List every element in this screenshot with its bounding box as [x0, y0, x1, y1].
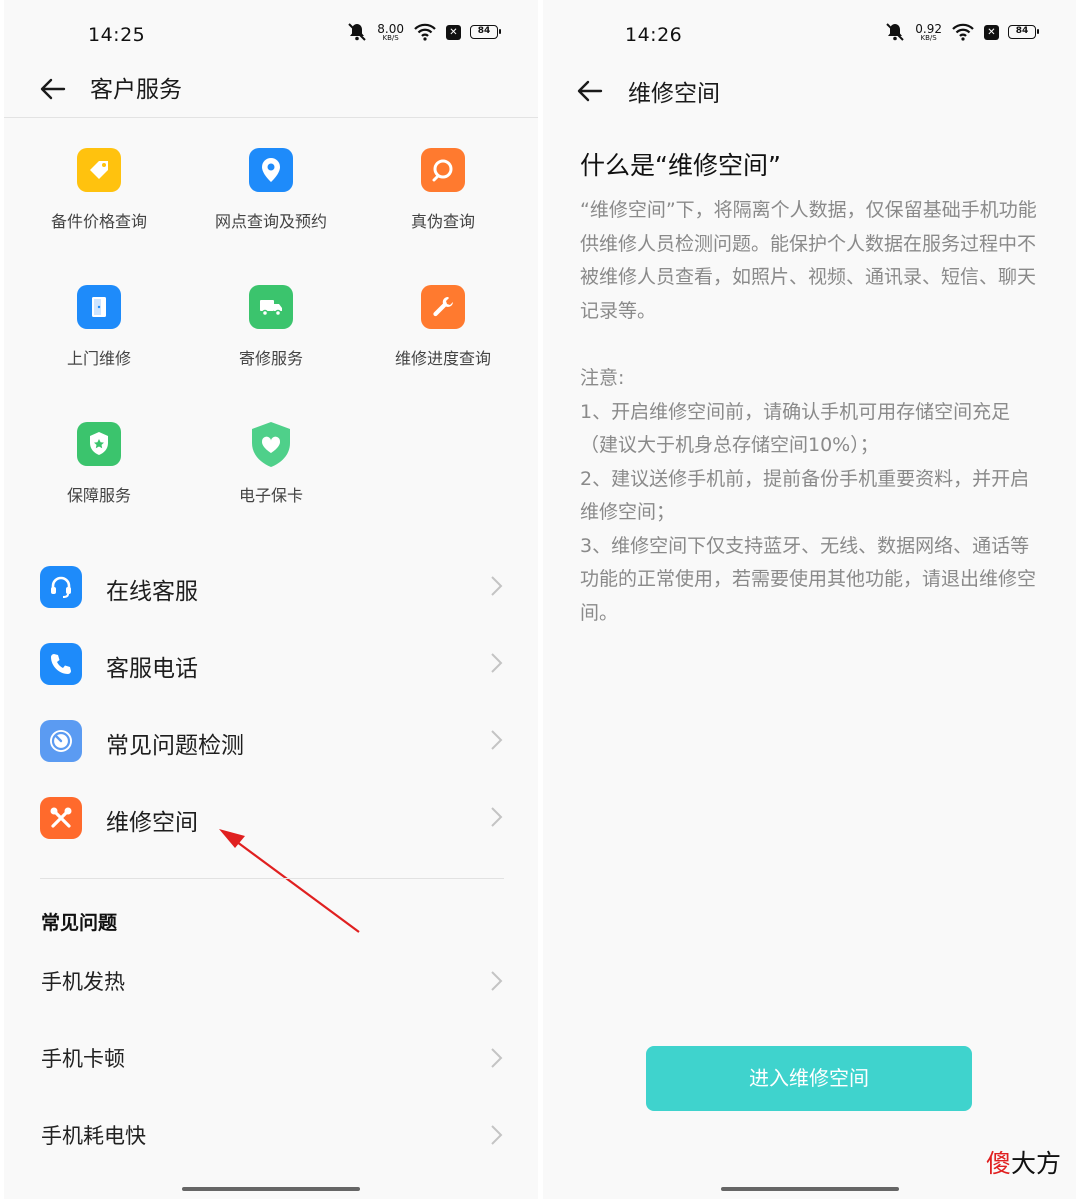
- chevron-right-icon: [491, 730, 503, 750]
- grid-label: 网点查询及预约: [214, 212, 327, 231]
- watermark-red: 傻: [985, 1149, 1011, 1178]
- speed-unit: KB/S: [920, 33, 937, 42]
- speed-unit: KB/S: [382, 33, 399, 42]
- repair-space-screen: 14:26 0.92 KB/S ✕ 84 维修空间 什么是“维修空间” “维修空…: [543, 0, 1076, 1199]
- section-heading: 什么是“维修空间”: [580, 151, 781, 180]
- grid-item-protection[interactable]: 保障服务: [24, 422, 174, 506]
- magnifier-icon: [421, 148, 465, 192]
- no-sim-icon: ✕: [446, 24, 461, 40]
- grid-label: 备件价格查询: [50, 212, 147, 231]
- grid-item-authenticity[interactable]: 真伪查询: [368, 148, 518, 232]
- grid-label: 上门维修: [66, 349, 131, 368]
- grid-item-outlet-booking[interactable]: 网点查询及预约: [196, 148, 346, 232]
- grid-item-price-query[interactable]: 备件价格查询: [24, 148, 174, 232]
- chevron-right-icon: [491, 807, 503, 827]
- faq-item[interactable]: 手机耗电快: [41, 1114, 504, 1158]
- note-item: 2、建议送修手机前，提前备份手机重要资料，并开启维修空间；: [580, 467, 1030, 524]
- location-pin-icon: [249, 148, 293, 192]
- status-bar: 14:25 8.00 KB/S ✕ 84: [4, 0, 538, 62]
- heart-shield-icon: [249, 422, 293, 467]
- phone-icon: [40, 643, 82, 685]
- truck-icon: [249, 285, 293, 329]
- notes-title: 注意:: [580, 367, 625, 389]
- list-item-label: 客服电话: [106, 656, 198, 682]
- section-divider: [40, 878, 504, 879]
- grid-item-door-repair[interactable]: 上门维修: [24, 285, 174, 369]
- note-item: 1、开启维修空间前，请确认手机可用存储空间充足（建议大于机身总存储空间10%）；: [580, 400, 1011, 457]
- back-arrow-icon[interactable]: [575, 76, 605, 106]
- status-time: 14:26: [625, 24, 683, 46]
- chevron-right-icon: [491, 653, 503, 673]
- list-item-label: 维修空间: [106, 810, 198, 836]
- faq-item-label: 手机耗电快: [41, 1124, 146, 1148]
- grid-label: 保障服务: [66, 486, 131, 505]
- list-item-problem-detection[interactable]: 常见问题检测: [38, 712, 504, 772]
- status-bar: 14:26 0.92 KB/S ✕ 84: [543, 0, 1076, 62]
- list-item-label: 在线客服: [106, 579, 198, 605]
- shield-icon: [77, 422, 121, 466]
- list-item-online-service[interactable]: 在线客服: [38, 558, 504, 618]
- battery-icon: 84: [470, 25, 501, 39]
- customer-service-screen: 14:25 8.00 KB/S ✕ 84 客户服务 备件价格查询 网点查询及预约: [4, 0, 538, 1199]
- no-sim-icon: ✕: [984, 24, 999, 40]
- status-icons: 8.00 KB/S ✕ 84: [346, 22, 501, 42]
- faq-item[interactable]: 手机发热: [41, 960, 504, 1004]
- app-bar: 维修空间: [543, 62, 1076, 118]
- battery-level: 84: [1015, 26, 1029, 36]
- faq-title: 常见问题: [41, 912, 118, 934]
- status-icons: 0.92 KB/S ✕ 84: [884, 22, 1039, 42]
- door-icon: [77, 285, 121, 329]
- mute-icon: [886, 23, 904, 41]
- status-time: 14:25: [88, 24, 146, 46]
- grid-item-repair-progress[interactable]: 维修进度查询: [368, 285, 518, 369]
- home-indicator[interactable]: [182, 1187, 360, 1191]
- list-item-label: 常见问题检测: [106, 733, 244, 759]
- chevron-right-icon: [491, 1048, 503, 1068]
- notes-block: 注意: 1、开启维修空间前，请确认手机可用存储空间充足（建议大于机身总存储空间1…: [580, 362, 1042, 630]
- network-speed: 8.00 KB/S: [377, 23, 404, 42]
- chevron-right-icon: [491, 971, 503, 991]
- faq-item[interactable]: 手机卡顿: [41, 1037, 504, 1081]
- grid-label: 维修进度查询: [394, 349, 491, 368]
- note-item: 3、维修空间下仅支持蓝牙、无线、数据网络、通话等功能的正常使用，若需要使用其他功…: [580, 534, 1037, 624]
- grid-label: 真伪查询: [410, 212, 475, 231]
- network-speed: 0.92 KB/S: [915, 23, 942, 42]
- wrench-icon: [421, 285, 465, 329]
- battery-level: 84: [477, 26, 491, 36]
- grid-item-mail-repair[interactable]: 寄修服务: [196, 285, 346, 369]
- wifi-icon: [414, 23, 436, 41]
- wifi-icon: [952, 23, 974, 41]
- price-tag-icon: [77, 148, 121, 192]
- speed-value: 8.00: [377, 21, 404, 36]
- chevron-right-icon: [491, 576, 503, 596]
- app-bar: 客户服务: [4, 62, 538, 118]
- annotation-arrow: [219, 829, 360, 933]
- headset-icon: [40, 566, 82, 608]
- speed-value: 0.92: [915, 21, 942, 36]
- mute-icon: [348, 23, 366, 41]
- faq-item-label: 手机发热: [41, 970, 125, 994]
- chevron-right-icon: [491, 1125, 503, 1145]
- page-title: 维修空间: [628, 81, 720, 107]
- enter-repair-space-button[interactable]: 进入维修空间: [646, 1046, 972, 1111]
- watermark: 傻大方: [986, 1144, 1061, 1180]
- grid-item-e-warranty[interactable]: 电子保卡: [196, 422, 346, 506]
- home-indicator[interactable]: [720, 1187, 899, 1191]
- grid-label: 寄修服务: [238, 349, 303, 368]
- grid-label: 电子保卡: [238, 486, 303, 505]
- page-title: 客户服务: [90, 77, 182, 103]
- list-item-service-hotline[interactable]: 客服电话: [38, 635, 504, 695]
- gauge-icon: [40, 720, 82, 762]
- watermark-black: 大方: [1010, 1149, 1061, 1178]
- tools-icon: [40, 797, 82, 839]
- battery-icon: 84: [1008, 25, 1039, 39]
- faq-item-label: 手机卡顿: [41, 1047, 125, 1071]
- intro-text: “维修空间”下，将隔离个人数据，仅保留基础手机功能供维修人员检测问题。能保护个人…: [580, 199, 1037, 322]
- back-arrow-icon[interactable]: [38, 74, 68, 104]
